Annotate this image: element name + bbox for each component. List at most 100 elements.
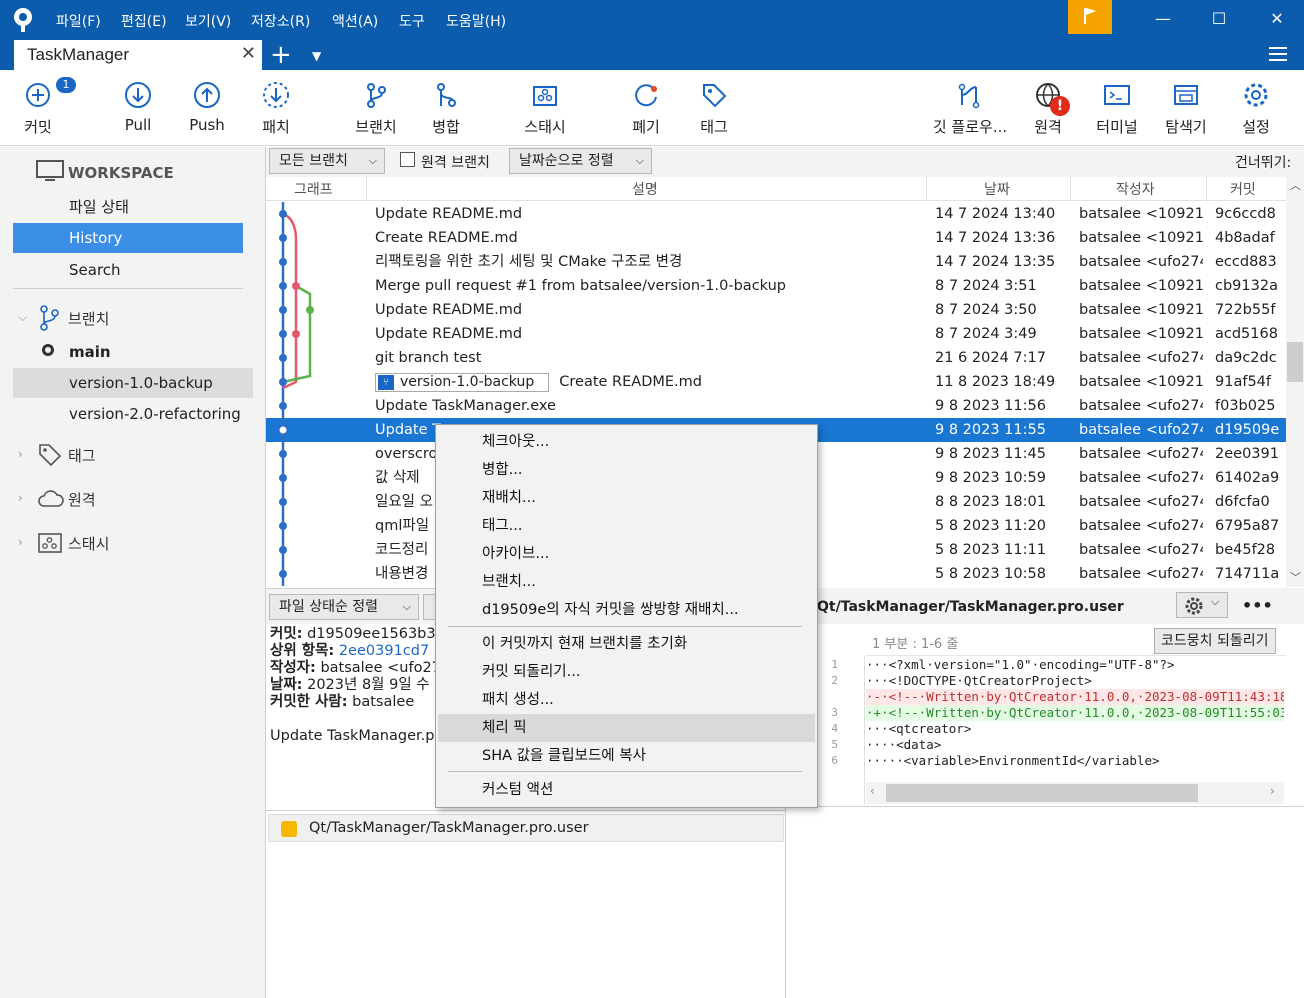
panel-divider[interactable] [786,806,1304,807]
terminal-button[interactable]: 터미널 [1090,70,1144,146]
column-commit[interactable]: 커밋 [1230,179,1256,199]
scroll-up-icon[interactable]: ︿ [1290,177,1301,193]
branch-button[interactable]: 브랜치 [348,70,404,146]
commit-button[interactable]: 1 커밋 [10,70,76,146]
file-sort-select[interactable]: 파일 상태순 정렬 ⌵ [269,594,419,620]
more-options-icon[interactable]: ••• [1242,596,1273,615]
sort-select[interactable]: 날짜순으로 정렬 ⌵ [509,148,652,174]
stash-button[interactable]: 스태시 [514,70,576,146]
history-row[interactable]: Update README.md 8 7 2024 3:50 batsalee <1… [266,298,1286,322]
settings-button[interactable]: 설정 [1230,70,1282,146]
menu-view[interactable]: 보기(V) [185,11,231,31]
git-flow-button[interactable]: 깃 플로우... [928,70,1012,146]
parent-commit-link[interactable]: 2ee0391cd7 [339,643,429,659]
chevron-right-icon[interactable]: › [18,535,23,549]
scroll-left-icon[interactable]: ‹ [870,784,875,798]
menu-item-branch[interactable]: 브랜치... [438,568,815,596]
merge-button[interactable]: 병합 [420,70,472,146]
history-row[interactable]: 리팩토링을 위한 초기 세팅 및 CMake 구조로 변경 14 7 2024 1… [266,250,1286,274]
graph-commit-dot [292,330,300,338]
sidebar-item-file-status[interactable]: 파일 상태 [13,192,243,222]
column-date[interactable]: 날짜 [984,179,1010,199]
column-divider[interactable] [1070,177,1071,201]
sidebar-item-main[interactable]: main [13,337,243,367]
column-graph[interactable]: 그래프 [294,179,333,199]
panel-divider[interactable] [266,810,786,811]
tags-heading[interactable]: 태그 [68,445,96,466]
menu-item-merge[interactable]: 병합... [438,456,815,484]
chevron-down-icon[interactable]: ⌵ [18,310,27,325]
menu-item-custom-actions[interactable]: 커스텀 액션 [438,776,815,804]
discard-button[interactable]: 폐기 [620,70,672,146]
history-row[interactable]: ⑂ version-1.0-backup Create README.md 11 8 … [266,370,1286,394]
menu-actions[interactable]: 액션(A) [332,11,378,31]
column-description[interactable]: 설명 [632,179,658,199]
column-divider[interactable] [1206,177,1207,201]
commit-label: 커밋: [270,626,303,642]
menu-tools[interactable]: 도구 [399,11,425,31]
branch-filter-select[interactable]: 모든 브랜치 ⌵ [269,148,385,174]
history-scrollbar[interactable]: ︿ ﹀ [1286,177,1304,587]
menu-item-copy-sha[interactable]: SHA 값을 클립보드에 복사 [438,742,815,770]
commit-author: batsalee <ufo2748 [1079,254,1203,270]
maximize-button[interactable]: ☐ [1208,8,1230,30]
menu-item-rebase[interactable]: 재배치... [438,484,815,512]
scroll-down-icon[interactable]: ﹀ [1290,569,1301,585]
column-author[interactable]: 작성자 [1116,179,1155,199]
revert-hunk-button[interactable]: 코드뭉치 되돌리기 [1154,628,1276,654]
menu-item-cherry-pick[interactable]: 체리 픽 [438,714,815,742]
close-window-button[interactable]: ✕ [1266,8,1288,30]
tab-dropdown-icon[interactable]: ▼ [312,40,321,72]
menu-file[interactable]: 파일(F) [56,11,101,31]
history-row[interactable]: git branch test 21 6 2024 7:17 batsalee <u… [266,346,1286,370]
sidebar-item-version-1.0-backup[interactable]: version-1.0-backup [13,368,253,398]
menu-repository[interactable]: 저장소(R) [251,11,310,31]
scrollbar-thumb[interactable] [1287,342,1303,382]
menu-item-tag[interactable]: 태그... [438,512,815,540]
sidebar-item-version-2.0-refactoring[interactable]: version-2.0-refactoring [13,399,243,429]
tag-button[interactable]: 태그 [688,70,740,146]
changed-file-item[interactable]: Qt/TaskManager/TaskManager.pro.user [268,814,784,842]
scrollbar-thumb[interactable] [886,784,1198,802]
history-row[interactable]: Update README.md 14 7 2024 13:40 batsalee … [266,202,1286,226]
commit-author: batsalee <ufo2748 [1079,518,1203,534]
history-row[interactable]: Update TaskManager.exe 9 8 2023 11:56 bats… [266,394,1286,418]
explorer-button[interactable]: 탐색기 [1158,70,1214,146]
commit-hash[interactable]: d19509ee1563b36 [307,626,440,642]
menu-item-create-patch[interactable]: 패치 생성... [438,686,815,714]
remote-button[interactable]: ! 원격 [1022,70,1074,146]
pull-button[interactable]: Pull [112,70,164,146]
fetch-button[interactable]: 패치 [250,70,302,146]
column-divider[interactable] [366,177,367,201]
menu-edit[interactable]: 편집(E) [121,11,167,31]
branch-label[interactable]: ⑂ version-1.0-backup [375,372,550,392]
chevron-down-icon: ⌵ [635,154,644,167]
hamburger-menu-icon[interactable] [1268,45,1288,63]
stashes-heading[interactable]: 스태시 [68,533,109,554]
history-row[interactable]: Merge pull request #1 from batsalee/vers… [266,274,1286,298]
remote-branches-checkbox[interactable] [400,152,415,167]
menu-item-checkout[interactable]: 체크아웃... [438,428,815,456]
remotes-heading[interactable]: 원격 [68,489,96,510]
history-row[interactable]: Update README.md 8 7 2024 3:49 batsalee <1… [266,322,1286,346]
menu-help[interactable]: 도움말(H) [446,11,506,31]
sidebar-item-search[interactable]: Search [13,255,243,285]
push-button[interactable]: Push [181,70,233,146]
diff-options-button[interactable]: ⌵ [1176,592,1228,618]
sidebar-item-history[interactable]: History [13,223,243,253]
menu-item-reset-branch[interactable]: 이 커밋까지 현재 브랜치를 초기화 [438,630,815,658]
close-tab-icon[interactable]: ✕ [241,43,256,64]
menu-item-revert-commit[interactable]: 커밋 되돌리기... [438,658,815,686]
flag-button[interactable] [1068,0,1112,34]
minimize-button[interactable]: — [1152,8,1174,30]
repo-tab[interactable]: TaskManager ✕ [14,40,262,70]
column-divider[interactable] [926,177,927,201]
menu-item-interactive-rebase[interactable]: d19509e의 자식 커밋을 쌍방향 재배치... [438,596,815,624]
branches-heading[interactable]: 브랜치 [68,308,109,329]
scroll-right-icon[interactable]: › [1270,784,1275,798]
chevron-right-icon[interactable]: › [18,447,23,461]
history-row[interactable]: Create README.md 14 7 2024 13:36 batsalee … [266,226,1286,250]
menu-item-archive[interactable]: 아카이브... [438,540,815,568]
new-tab-button[interactable]: + [270,40,292,70]
chevron-right-icon[interactable]: › [18,491,23,505]
